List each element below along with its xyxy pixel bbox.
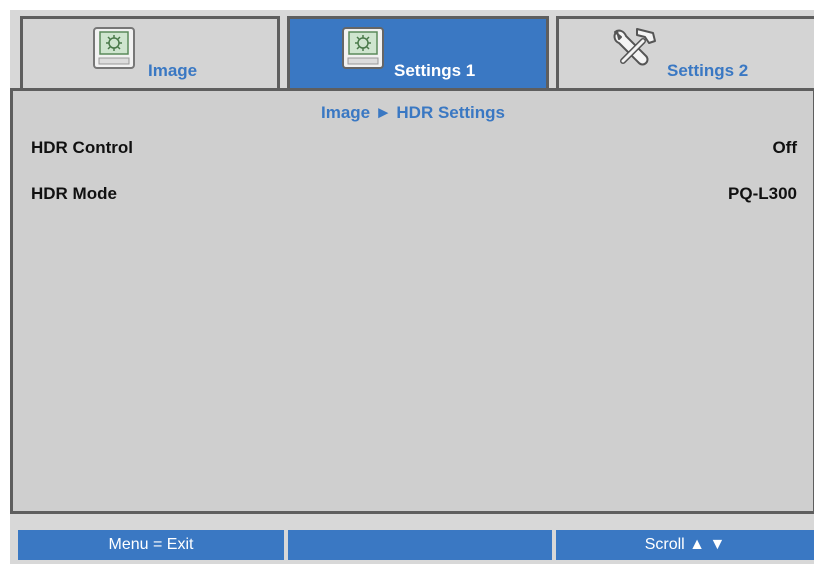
status-scroll: Scroll ▲ ▼ bbox=[556, 530, 814, 560]
settings-icon bbox=[342, 27, 384, 74]
status-middle bbox=[288, 530, 552, 560]
breadcrumb: Image ► HDR Settings bbox=[320, 103, 506, 122]
hdr-control-value[interactable]: Off bbox=[772, 138, 797, 158]
tab-settings-1-label: Settings 1 bbox=[394, 61, 476, 80]
hdr-mode-value[interactable]: PQ-L300 bbox=[728, 184, 797, 204]
tab-image-label: Image bbox=[148, 61, 198, 80]
tab-settings-2-label: Settings 2 bbox=[667, 61, 749, 80]
hdr-control-label: HDR Control bbox=[31, 138, 133, 157]
tools-icon bbox=[609, 23, 659, 74]
image-icon bbox=[93, 27, 135, 74]
hdr-mode-label: HDR Mode bbox=[31, 184, 117, 203]
tab-settings-1[interactable]: Settings 1 bbox=[287, 16, 549, 92]
status-menu-exit: Menu = Exit bbox=[18, 530, 284, 560]
tab-image[interactable]: Image bbox=[20, 16, 280, 92]
tab-settings-2[interactable]: Settings 2 bbox=[556, 16, 814, 92]
content-panel: Image ► HDR Settings HDR Control Off HDR… bbox=[10, 88, 814, 514]
